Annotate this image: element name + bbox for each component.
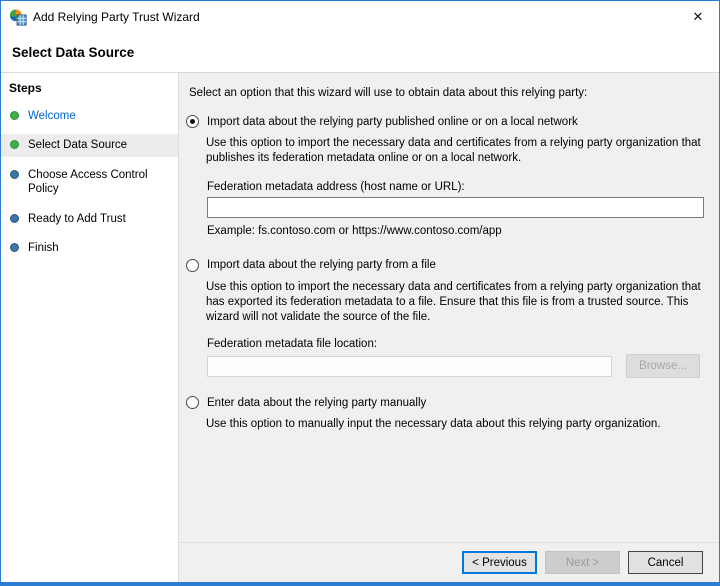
adfs-wizard-icon xyxy=(9,8,27,26)
radio-selected-icon[interactable] xyxy=(186,115,199,128)
close-icon: ✕ xyxy=(692,9,704,24)
option-description: Use this option to manually input the ne… xyxy=(206,418,661,431)
file-location-row: Browse... xyxy=(207,354,704,379)
radio-option-enter-manually[interactable]: Enter data about the relying party manua… xyxy=(186,396,704,410)
radio-unselected-icon[interactable] xyxy=(186,396,199,410)
footer-button-bar: < Previous Next > Cancel xyxy=(179,542,719,582)
sidebar-item-label: Welcome xyxy=(28,110,76,122)
window-title: Add Relying Party Trust Wizard xyxy=(33,10,200,24)
page-header: Select Data Source xyxy=(1,33,719,73)
metadata-file-label: Federation metadata file location: xyxy=(207,338,378,351)
close-button[interactable]: ✕ xyxy=(677,1,719,33)
content-column: Select an option that this wizard will u… xyxy=(179,73,719,582)
wizard-window: Add Relying Party Trust Wizard ✕ Select … xyxy=(0,0,720,586)
sidebar-item-ready-to-add-trust: Ready to Add Trust xyxy=(1,208,178,230)
intro-text: Select an option that this wizard will u… xyxy=(189,87,588,99)
metadata-address-label: Federation metadata address (host name o… xyxy=(207,180,465,193)
metadata-address-input[interactable] xyxy=(207,196,704,218)
metadata-file-input[interactable] xyxy=(207,355,612,377)
radio-option-label: Import data about the relying party from… xyxy=(207,259,436,272)
radio-option-import-file[interactable]: Import data about the relying party from… xyxy=(186,258,704,272)
sidebar-item-label: Choose Access Control Policy xyxy=(28,168,148,196)
steps-title: Steps xyxy=(9,81,42,95)
step-upcoming-bullet-icon xyxy=(10,169,19,179)
sidebar-item-label: Select Data Source xyxy=(28,139,128,152)
step-upcoming-bullet-icon xyxy=(10,242,19,252)
next-button[interactable]: Next > xyxy=(545,551,620,574)
sidebar-item-label: Finish xyxy=(28,241,59,254)
sidebar-item-welcome[interactable]: Welcome xyxy=(1,105,178,127)
step-completed-bullet-icon xyxy=(10,111,19,120)
main-content: Select an option that this wizard will u… xyxy=(179,73,719,542)
option-description: Use this option to import the necessary … xyxy=(206,137,701,165)
sidebar-item-choose-access-control-policy: Choose Access Control Policy xyxy=(1,164,178,201)
option-description: Use this option to import the necessary … xyxy=(206,280,701,324)
browse-button[interactable]: Browse... xyxy=(626,354,700,379)
step-upcoming-bullet-icon xyxy=(10,213,19,223)
sidebar-item-finish: Finish xyxy=(1,237,178,259)
step-current-bullet-icon xyxy=(10,140,19,150)
metadata-address-example: Example: fs.contoso.com or https://www.c… xyxy=(207,224,502,237)
wizard-body: Steps Welcome Select Data Source Choose … xyxy=(1,73,719,582)
sidebar-item-select-data-source: Select Data Source xyxy=(1,134,178,157)
previous-button[interactable]: < Previous xyxy=(462,551,537,574)
page-title: Select Data Source xyxy=(12,45,135,60)
radio-option-label: Import data about the relying party publ… xyxy=(207,115,578,128)
cancel-button[interactable]: Cancel xyxy=(628,551,703,574)
radio-unselected-icon[interactable] xyxy=(186,258,199,272)
radio-option-import-online[interactable]: Import data about the relying party publ… xyxy=(186,115,704,128)
steps-sidebar: Steps Welcome Select Data Source Choose … xyxy=(1,73,179,582)
sidebar-item-label: Ready to Add Trust xyxy=(28,212,126,225)
radio-option-label: Enter data about the relying party manua… xyxy=(207,396,427,409)
title-bar: Add Relying Party Trust Wizard ✕ xyxy=(1,1,719,33)
